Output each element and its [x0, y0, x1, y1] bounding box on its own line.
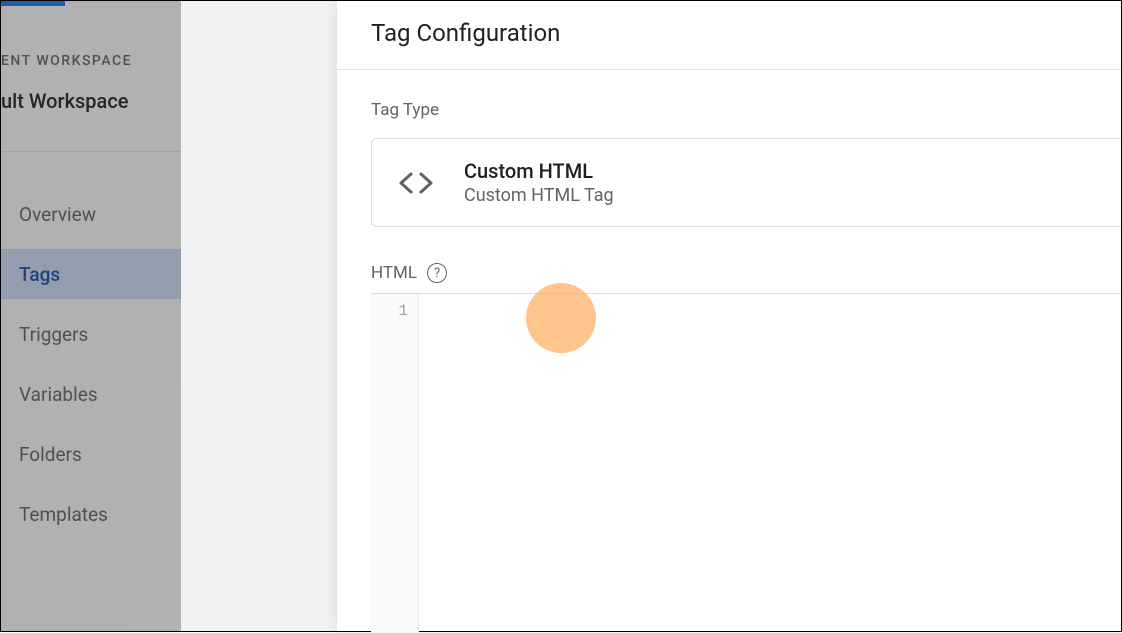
sidebar-item-label: Overview — [19, 203, 96, 226]
tag-type-label: Tag Type — [337, 70, 1121, 138]
tag-type-selector[interactable]: Custom HTML Custom HTML Tag — [371, 138, 1121, 227]
workspace-name[interactable]: ult Workspace — [1, 89, 128, 113]
code-brackets-icon — [396, 163, 436, 203]
sidebar-item-tags[interactable]: Tags — [1, 249, 181, 299]
sidebar-item-label: Folders — [19, 443, 82, 466]
sidebar-item-templates[interactable]: Templates — [1, 489, 181, 539]
sidebar-item-label: Tags — [19, 263, 60, 286]
sidebar: ENT WORKSPACE ult Workspace Overview Tag… — [1, 1, 181, 631]
line-number: 1 — [371, 302, 408, 320]
html-code-editor[interactable]: 1 — [371, 293, 1121, 633]
sidebar-item-label: Templates — [19, 503, 108, 526]
sidebar-item-folders[interactable]: Folders — [1, 429, 181, 479]
panel-header: Tag Configuration — [337, 1, 1121, 70]
panel-title: Tag Configuration — [371, 19, 1087, 47]
sidebar-item-triggers[interactable]: Triggers — [1, 309, 181, 359]
help-icon[interactable]: ? — [427, 263, 447, 283]
sidebar-item-label: Variables — [19, 383, 98, 406]
workspace-section-label: ENT WORKSPACE — [1, 53, 132, 69]
editor-gutter: 1 — [371, 294, 419, 633]
tag-type-subtitle: Custom HTML Tag — [464, 185, 614, 206]
active-tab-indicator — [1, 1, 65, 6]
tag-configuration-panel: Tag Configuration Tag Type Custom HTML C… — [337, 1, 1121, 631]
panel-gap — [181, 1, 341, 631]
html-field-label: HTML — [371, 263, 417, 283]
tag-type-title: Custom HTML — [464, 159, 614, 183]
editor-content-area[interactable] — [419, 294, 1121, 633]
sidebar-item-overview[interactable]: Overview — [1, 189, 181, 239]
sidebar-divider — [1, 151, 181, 152]
sidebar-item-variables[interactable]: Variables — [1, 369, 181, 419]
sidebar-item-label: Triggers — [19, 323, 88, 346]
